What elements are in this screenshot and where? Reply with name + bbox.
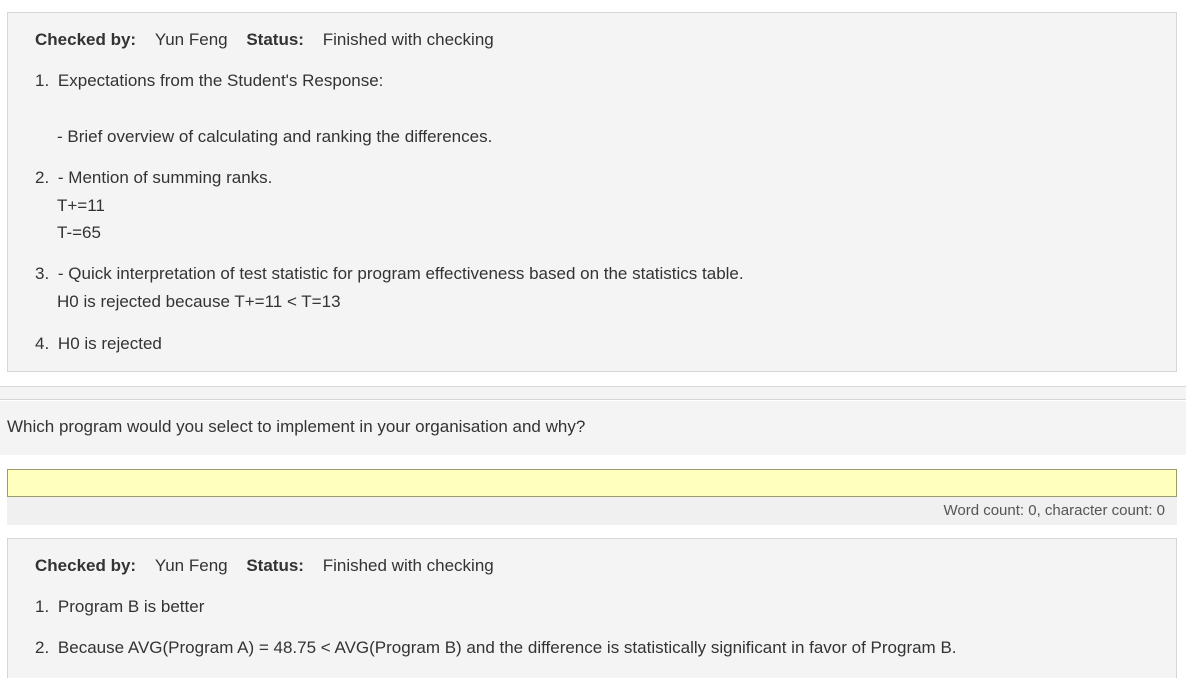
item-number: 1. xyxy=(35,71,50,90)
status-label: Status: xyxy=(246,30,304,49)
status-label: Status: xyxy=(246,556,304,575)
list-item: 3. - Quick interpretation of test statis… xyxy=(35,264,744,284)
question-panel: Which program would you select to implem… xyxy=(0,401,1186,455)
word-count-text: Word count: 0, character count: 0 xyxy=(943,502,1165,519)
list-item: - Brief overview of calculating and rank… xyxy=(57,127,492,147)
status-value: Finished with checking xyxy=(322,556,494,575)
item-text: - Mention of summing ranks. xyxy=(57,168,273,187)
question-text: Which program would you select to implem… xyxy=(7,417,586,436)
list-item: 1. Expectations from the Student's Respo… xyxy=(35,71,383,91)
checked-by-row: Checked by: Yun Feng Status: Finished wi… xyxy=(35,30,494,50)
answer-input[interactable] xyxy=(7,469,1177,497)
item-text: - Quick interpretation of test statistic… xyxy=(57,264,744,283)
item-text: H0 is rejected xyxy=(57,334,162,353)
status-value: Finished with checking xyxy=(322,30,494,49)
item-text: Program B is better xyxy=(57,597,205,616)
checked-by-value: Yun Feng xyxy=(154,30,228,49)
item-number: 4. xyxy=(35,334,50,353)
checked-by-label: Checked by: xyxy=(35,556,137,575)
checked-by-label: Checked by: xyxy=(35,30,137,49)
item-number: 2. xyxy=(35,168,50,187)
item-text: - Brief overview of calculating and rank… xyxy=(57,127,493,146)
item-subline: H0 is rejected because T+=11 < T=13 xyxy=(57,292,341,311)
item-text: Because AVG(Program A) = 48.75 < AVG(Pro… xyxy=(57,638,957,657)
list-item: 1. Program B is better xyxy=(35,597,204,617)
checking-panel-1: Checked by: Yun Feng Status: Finished wi… xyxy=(7,12,1177,372)
item-number: 3. xyxy=(35,264,50,283)
item-subline: T+=11 xyxy=(57,196,105,215)
checked-by-value: Yun Feng xyxy=(154,556,228,575)
item-number: 1. xyxy=(35,597,50,616)
section-divider xyxy=(0,386,1186,400)
list-item: 2. - Mention of summing ranks. xyxy=(35,168,272,188)
item-subline: T-=65 xyxy=(57,223,101,242)
word-count-bar: Word count: 0, character count: 0 xyxy=(7,497,1177,525)
checking-panel-2: Checked by: Yun Feng Status: Finished wi… xyxy=(7,538,1177,678)
checked-by-row: Checked by: Yun Feng Status: Finished wi… xyxy=(35,556,494,576)
list-item: 4. H0 is rejected xyxy=(35,334,162,354)
item-text: Expectations from the Student's Response… xyxy=(57,71,384,90)
item-number: 2. xyxy=(35,638,50,657)
list-item: 2. Because AVG(Program A) = 48.75 < AVG(… xyxy=(35,638,957,658)
